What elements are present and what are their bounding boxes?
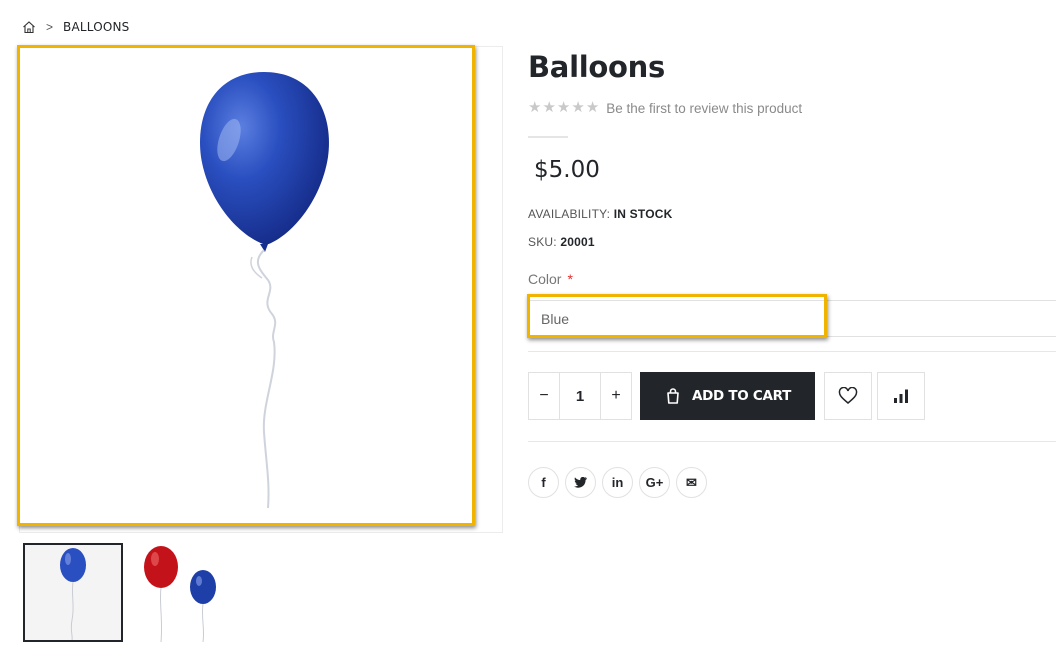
qty-decrease-button[interactable]: − bbox=[529, 373, 559, 419]
availability-label: AVAILABILITY: bbox=[528, 207, 611, 221]
divider bbox=[528, 351, 1056, 352]
divider bbox=[528, 441, 1056, 442]
sku-value: 20001 bbox=[560, 235, 595, 249]
breadcrumb: > BALLOONS bbox=[22, 19, 130, 35]
thumbnail-1[interactable] bbox=[23, 543, 123, 642]
add-to-cart-button[interactable]: ADD TO CART bbox=[640, 372, 815, 420]
compare-button[interactable] bbox=[877, 372, 925, 420]
star-icon: ★ bbox=[542, 99, 556, 116]
star-icon: ★ bbox=[528, 99, 542, 116]
bar-chart-icon bbox=[894, 389, 908, 403]
product-title: Balloons bbox=[528, 50, 665, 84]
sku-label: SKU: bbox=[528, 235, 557, 249]
star-icon: ★ bbox=[585, 99, 600, 116]
breadcrumb-separator: > bbox=[46, 20, 54, 34]
red-and-blue-balloons-thumb bbox=[144, 546, 216, 643]
color-select-highlight bbox=[527, 294, 827, 338]
facebook-icon[interactable]: f bbox=[528, 467, 559, 498]
quantity-stepper: − 1 + bbox=[528, 372, 632, 420]
breadcrumb-current: BALLOONS bbox=[63, 20, 130, 34]
share-links: f in G+ ✉ bbox=[528, 467, 707, 498]
availability: AVAILABILITY: IN STOCK bbox=[528, 207, 672, 221]
google-plus-icon[interactable]: G+ bbox=[639, 467, 670, 498]
shopping-bag-icon bbox=[667, 388, 679, 404]
product-price: $5.00 bbox=[534, 157, 600, 183]
heart-icon bbox=[838, 387, 858, 404]
qty-input[interactable]: 1 bbox=[559, 373, 601, 419]
sku: SKU: 20001 bbox=[528, 235, 595, 249]
product-rating: ★ ★ ★ ★ ★ Be the first to review this pr… bbox=[528, 100, 802, 116]
color-label: Color * bbox=[528, 271, 573, 287]
rating-stars: ★ ★ ★ ★ ★ bbox=[528, 100, 599, 116]
availability-value: IN STOCK bbox=[613, 207, 673, 221]
qty-increase-button[interactable]: + bbox=[601, 373, 631, 419]
title-divider bbox=[528, 136, 568, 138]
thumbnail-2[interactable] bbox=[131, 543, 231, 643]
wishlist-button[interactable] bbox=[824, 372, 872, 420]
twitter-icon[interactable] bbox=[565, 467, 596, 498]
main-image-highlight bbox=[17, 45, 475, 526]
linkedin-icon[interactable]: in bbox=[602, 467, 633, 498]
color-label-text: Color bbox=[528, 271, 562, 287]
home-icon[interactable] bbox=[22, 20, 36, 34]
blue-balloon-thumb bbox=[60, 548, 86, 641]
add-to-cart-label: ADD TO CART bbox=[692, 388, 791, 404]
star-icon: ★ bbox=[571, 99, 585, 116]
star-icon: ★ bbox=[556, 99, 571, 116]
required-marker: * bbox=[567, 271, 573, 287]
review-link[interactable]: Be the first to review this product bbox=[606, 101, 802, 116]
twitter-bird-icon bbox=[573, 476, 587, 488]
email-icon[interactable]: ✉ bbox=[676, 467, 707, 498]
